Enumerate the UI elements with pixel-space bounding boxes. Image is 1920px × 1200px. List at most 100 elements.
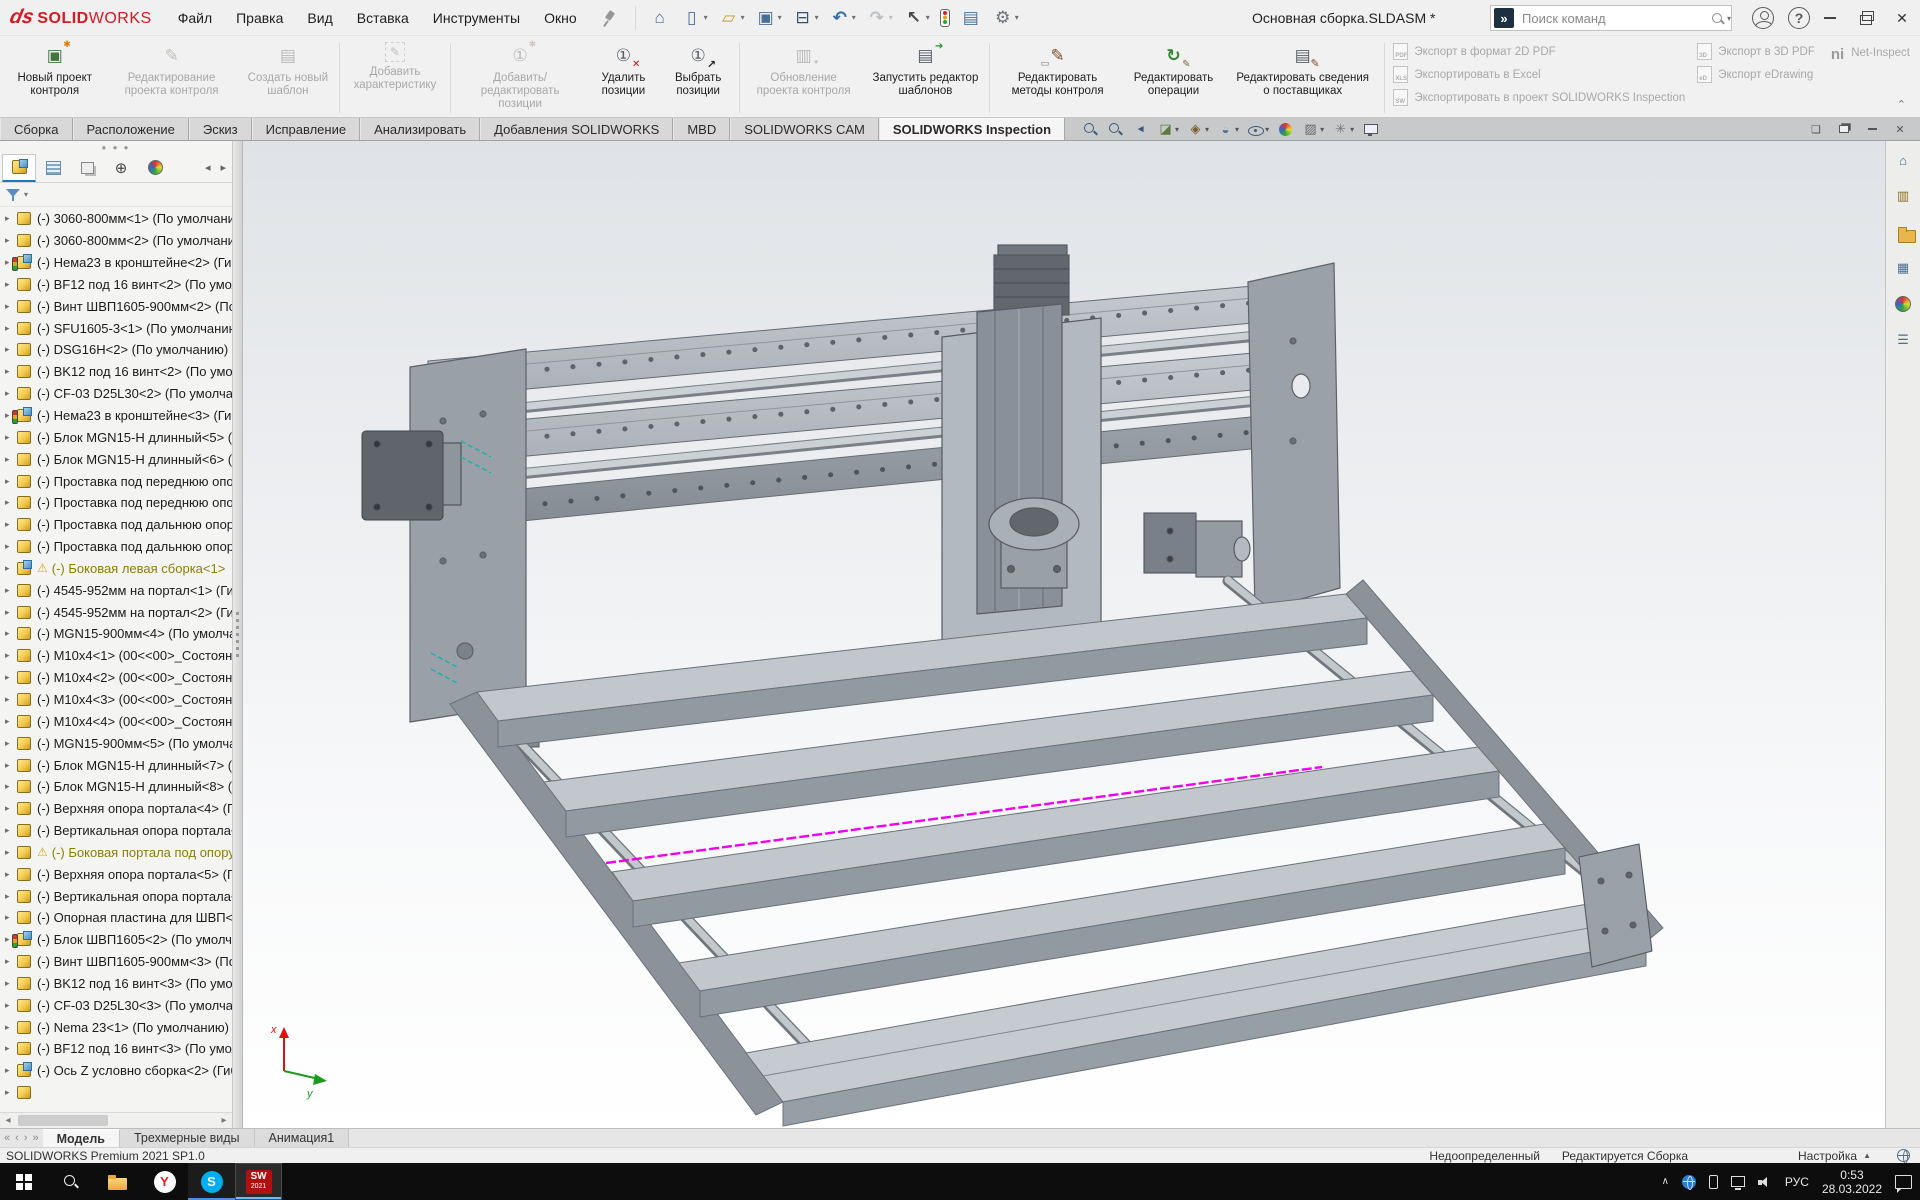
tab-display-manager[interactable] (138, 154, 172, 182)
expand-arrow-icon[interactable]: ▸ (5, 323, 17, 334)
expand-arrow-icon[interactable]: ▸ (5, 1087, 17, 1098)
tree-item[interactable]: ▸ ⚠ (-) Боковая портала под опору<1> (0, 841, 232, 863)
expand-arrow-icon[interactable]: ▸ (5, 476, 17, 487)
design-library-icon[interactable] (1892, 185, 1914, 207)
ribbon-button[interactable] (339, 43, 340, 113)
expand-arrow-icon[interactable]: ▸ (5, 978, 17, 989)
ribbon-button[interactable]: Новый проект контроля (6, 39, 104, 117)
command-tab[interactable]: MBD (673, 118, 730, 140)
solidworks-resources-icon[interactable] (1892, 149, 1914, 171)
toolbar-button[interactable] (957, 6, 985, 30)
tree-item[interactable]: ▸ ⚠ (-) Блок MGN15-H длинный<6> (По умол… (0, 448, 232, 470)
tree-item[interactable]: ▸ ⚠ (-) BK12 под 16 винт<2> (По умолчани… (0, 361, 232, 383)
tree-item[interactable]: ▸ ⚠ (-) Нема23 в кронштейне<2> (Гибкая) (0, 252, 232, 274)
scrollbar-thumb[interactable] (18, 1115, 108, 1126)
graphics-viewport[interactable]: x y (243, 141, 1885, 1128)
toolbar-button[interactable]: ▾ (863, 6, 896, 30)
search-input[interactable] (1520, 10, 1709, 27)
export-item[interactable]: Экспорт в формат 2D PDF (1393, 43, 1685, 60)
right-bearing-assembly[interactable] (1144, 513, 1250, 577)
expand-arrow-icon[interactable]: ▸ (5, 847, 17, 858)
toolbar-button[interactable]: ▾ (900, 6, 933, 30)
pin-menu-icon[interactable] (599, 9, 617, 27)
expand-arrow-icon[interactable]: ▸ (5, 760, 17, 771)
screen-monitor-icon[interactable] (1359, 120, 1382, 139)
tab-feature-manager[interactable] (2, 154, 36, 182)
tree-item[interactable]: ▸ ⚠ (-) Проставка под дальнюю опору<1> (0, 514, 232, 536)
hidden-icons-chevron[interactable]: ∧ (1662, 1176, 1669, 1187)
expand-arrow-icon[interactable]: ▸ (5, 1065, 17, 1076)
solidworks-taskbar-button[interactable]: SW 2021 (235, 1163, 282, 1200)
appearances-icon[interactable] (1892, 293, 1914, 315)
toolbar-button[interactable]: ▾ (752, 6, 785, 30)
tree-item[interactable]: ▸ ⚠ (-) Проставка под переднюю опору<2> (0, 492, 232, 514)
account-icon[interactable] (1752, 7, 1774, 29)
command-tab[interactable]: Сборка (0, 118, 73, 140)
expand-arrow-icon[interactable]: ▸ (5, 891, 17, 902)
scroll-right-icon[interactable]: ▸ (216, 1113, 232, 1128)
ribbon-button[interactable]: Удалить позиции (586, 39, 660, 117)
tree-item[interactable]: ▸ ⚠ (-) 4545-952мм на портал<2> (Гибкая) (0, 601, 232, 623)
tree-item[interactable]: ▸ ⚠ (-) Нема23 в кронштейне<3> (Гибкая) (0, 405, 232, 427)
menu-item[interactable]: Файл (166, 0, 224, 35)
ethernet-icon[interactable] (1731, 1176, 1745, 1187)
first-tab-icon[interactable]: « (4, 1132, 10, 1144)
expand-arrow-icon[interactable]: ▸ (5, 1000, 17, 1011)
taskbar-search-button[interactable] (47, 1163, 94, 1200)
file-explorer-icon[interactable] (1892, 221, 1914, 243)
command-tab[interactable]: SOLIDWORKS Inspection (879, 118, 1065, 140)
expand-arrow-icon[interactable]: ▸ (5, 628, 17, 639)
chevron-down-icon[interactable]: ▾ (1727, 14, 1731, 23)
tree-item[interactable]: ▸ ⚠ (-) M10x4<4> (00<<00>_Состояние отоб… (0, 710, 232, 732)
expand-arrow-icon[interactable]: ▸ (5, 454, 17, 465)
ribbon-button[interactable]: Редактирование проекта контроля (104, 39, 240, 117)
panel-tabs-scroll-right-icon[interactable]: ▸ (216, 159, 230, 176)
toolbar-button[interactable]: ▾ (826, 6, 859, 30)
tree-item[interactable]: ▸ ⚠ (-) SFU1605-3<1> (По умолчанию) (0, 317, 232, 339)
help-icon[interactable]: ? (1788, 7, 1810, 29)
tree-item[interactable]: ▸ ⚠ (-) Винт ШВП1605-900мм<2> (По умолча… (0, 295, 232, 317)
file-explorer-button[interactable] (94, 1163, 141, 1200)
tree-item[interactable]: ▸ ⚠ (-) Блок MGN15-H длинный<8> (По умол… (0, 776, 232, 798)
tree-item[interactable]: ▸ ⚠ (-) Винт ШВП1605-900мм<3> (По умолча… (0, 951, 232, 973)
clock[interactable]: 0:53 28.03.2022 (1822, 1168, 1882, 1196)
last-tab-icon[interactable]: » (32, 1132, 38, 1144)
expand-arrow-icon[interactable]: ▸ (5, 432, 17, 443)
expand-arrow-icon[interactable]: ▸ (5, 301, 17, 312)
tree-item[interactable]: ▸ ⚠ (-) 3060-800мм<1> (По умолчанию) (0, 208, 232, 230)
notification-center-icon[interactable] (1895, 1175, 1912, 1189)
expand-arrow-icon[interactable]: ▸ (5, 279, 17, 290)
expand-arrow-icon[interactable]: ▸ (5, 825, 17, 836)
panel-grip[interactable]: ● ● ● (0, 141, 232, 153)
tree-item[interactable]: ▸ ⚠ (-) Ось Z условно сборка<2> (Гибкая) (0, 1060, 232, 1082)
expand-arrow-icon[interactable]: ▸ (5, 607, 17, 618)
ribbon-button[interactable] (739, 43, 740, 113)
expand-arrow-icon[interactable]: ▸ (5, 541, 17, 552)
tree-item[interactable]: ▸ ⚠ (-) Вертикальная опора портала<1> (0, 820, 232, 842)
document-tab[interactable]: Анимация1 (255, 1129, 350, 1147)
expand-arrow-icon[interactable]: ▸ (5, 738, 17, 749)
expand-arrow-icon[interactable]: ▸ (5, 585, 17, 596)
menu-item[interactable]: Окно (532, 0, 589, 35)
expand-arrow-icon[interactable]: ▸ (5, 366, 17, 377)
ribbon-button[interactable]: Добавить характеристику (343, 39, 447, 117)
window-cascade-icon[interactable] (1806, 121, 1826, 137)
menu-item[interactable]: Правка (224, 0, 295, 35)
document-close-icon[interactable] (1890, 121, 1910, 137)
tree-item[interactable]: ▸ ⚠ (-) Опорная пластина для ШВП<1> (0, 907, 232, 929)
tree-item[interactable]: ▸ ⚠ (-) Проставка под дальнюю опору<2> (0, 536, 232, 558)
hide-show-items-icon[interactable]: ▾ (1244, 120, 1272, 139)
window-restore-button[interactable] (1848, 0, 1884, 36)
menu-item[interactable]: Вставка (345, 0, 421, 35)
tree-item[interactable]: ▸ ⚠ (-) Nema 23<1> (По умолчанию) (0, 1016, 232, 1038)
ribbon-button[interactable]: Редактировать операции (1122, 39, 1224, 117)
expand-arrow-icon[interactable]: ▸ (5, 213, 17, 224)
command-tab[interactable]: Добавления SOLIDWORKS (480, 118, 673, 140)
tree-item[interactable]: ▸ ⚠ (-) 3060-800мм<2> (По умолчанию) (0, 230, 232, 252)
document-tab[interactable]: Модель (43, 1129, 120, 1147)
command-tab[interactable]: Исправление (252, 118, 360, 140)
tree-item[interactable]: ▸ ⚠ (-) CF-03 D25L30<3> (По умолчанию) (0, 994, 232, 1016)
custom-properties-icon[interactable] (1892, 329, 1914, 351)
tab-configuration-manager[interactable] (70, 154, 104, 182)
tree-item[interactable]: ▸ ⚠ (-) Верхняя опора портала<4> (По умо… (0, 798, 232, 820)
